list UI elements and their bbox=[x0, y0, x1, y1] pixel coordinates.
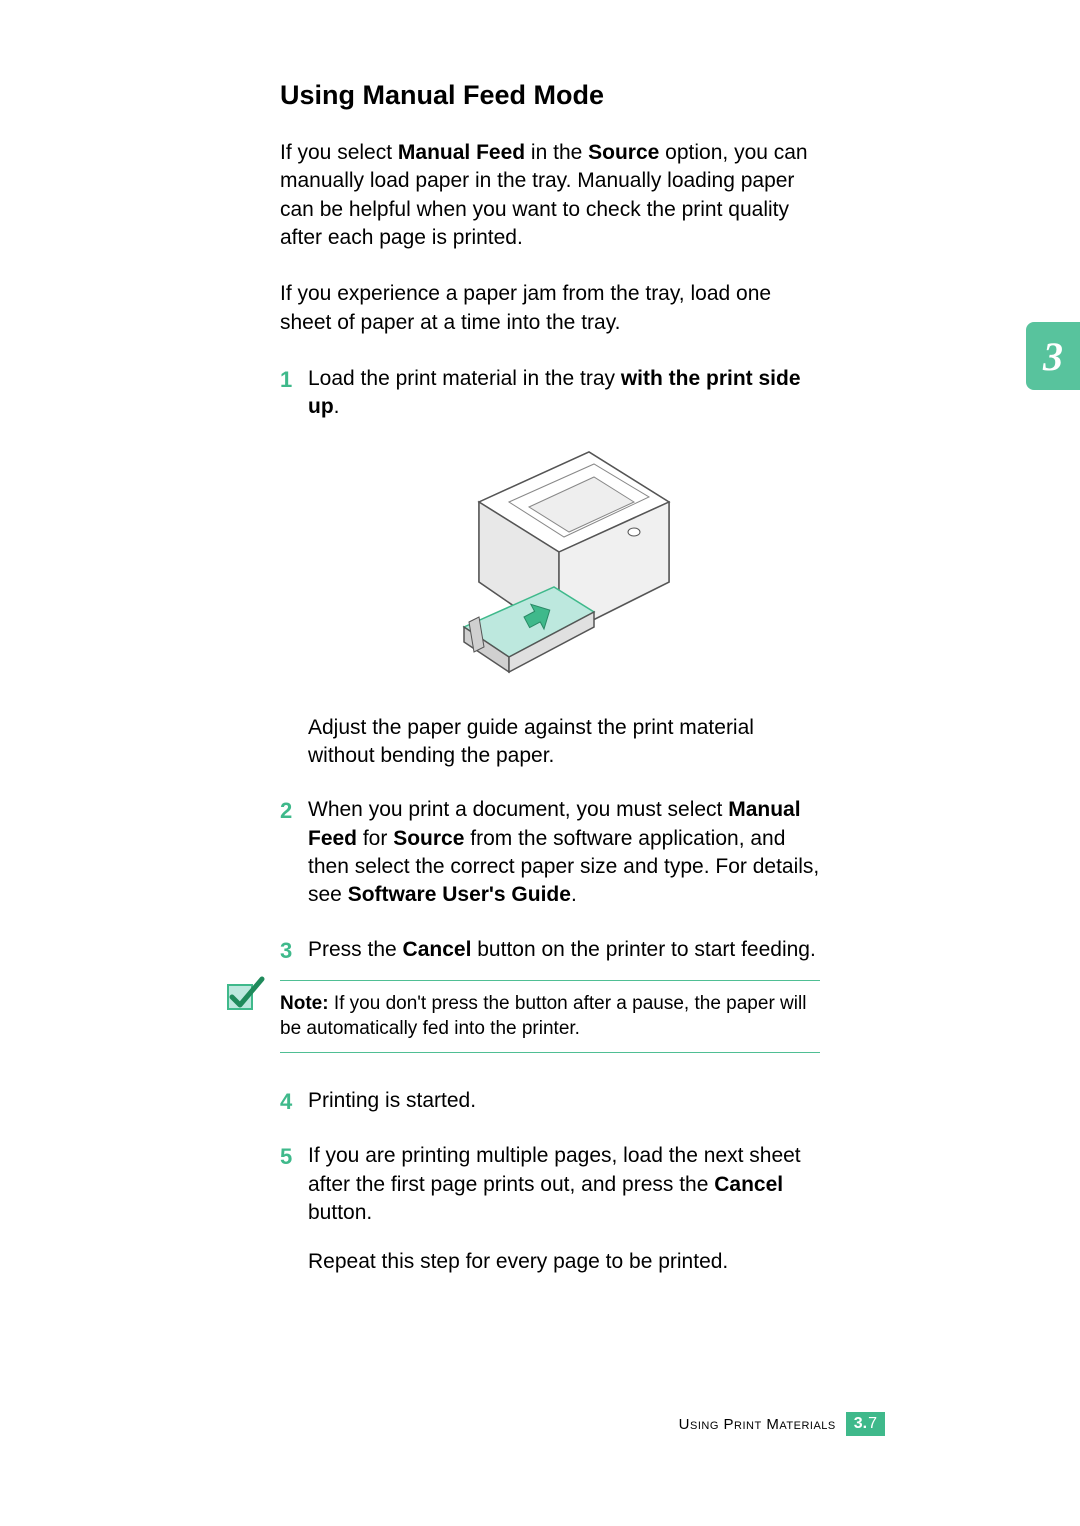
text: button on the printer to start feeding. bbox=[471, 938, 815, 961]
step-number: 1 bbox=[280, 365, 308, 422]
intro-paragraph-1: If you select Manual Feed in the Source … bbox=[280, 139, 820, 252]
note-label: Note: bbox=[280, 993, 329, 1014]
step-5-subtext: Repeat this step for every page to be pr… bbox=[308, 1248, 820, 1276]
section-heading: Using Manual Feed Mode bbox=[280, 80, 820, 111]
step-5: 5 If you are printing multiple pages, lo… bbox=[280, 1142, 820, 1227]
step-3: 3 Press the Cancel button on the printer… bbox=[280, 936, 820, 966]
chapter-number: 3 bbox=[1043, 333, 1063, 380]
bold-text: Source bbox=[393, 827, 464, 850]
text: If you select bbox=[280, 141, 398, 164]
manual-page: 3 Using Manual Feed Mode If you select M… bbox=[0, 0, 1080, 1526]
step-number: 2 bbox=[280, 796, 308, 909]
note-block: Note: If you don't press the button afte… bbox=[280, 980, 820, 1053]
step-1: 1 Load the print material in the tray wi… bbox=[280, 365, 820, 422]
content-column: Using Manual Feed Mode If you select Man… bbox=[280, 80, 820, 1302]
text: Load the print material in the tray bbox=[308, 367, 621, 390]
step-text: If you are printing multiple pages, load… bbox=[308, 1142, 820, 1227]
step-text: Press the Cancel button on the printer t… bbox=[308, 936, 820, 966]
intro-paragraph-2: If you experience a paper jam from the t… bbox=[280, 280, 820, 337]
printer-icon bbox=[439, 432, 689, 692]
text: button. bbox=[308, 1201, 372, 1224]
step-number: 5 bbox=[280, 1142, 308, 1227]
bold-text: Manual Feed bbox=[398, 141, 525, 164]
step-text: Load the print material in the tray with… bbox=[308, 365, 820, 422]
step-text: Printing is started. bbox=[308, 1087, 820, 1117]
step-1-subtext: Adjust the paper guide against the print… bbox=[308, 714, 820, 771]
step-number: 4 bbox=[280, 1087, 308, 1117]
bold-text: Software User's Guide bbox=[348, 883, 571, 906]
chapter-tab: 3 bbox=[1026, 322, 1080, 390]
printer-illustration bbox=[308, 432, 820, 692]
step-2: 2 When you print a document, you must se… bbox=[280, 796, 820, 909]
bold-text: Cancel bbox=[714, 1173, 783, 1196]
bold-text: Source bbox=[588, 141, 659, 164]
footer-page-badge: 3.7 bbox=[846, 1412, 885, 1436]
page-footer: Using Print Materials 3.7 bbox=[679, 1412, 885, 1436]
step-4: 4 Printing is started. bbox=[280, 1087, 820, 1117]
step-text: When you print a document, you must sele… bbox=[308, 796, 820, 909]
text: . bbox=[334, 395, 340, 418]
footer-section-label: Using Print Materials bbox=[679, 1416, 836, 1433]
text: Press the bbox=[308, 938, 403, 961]
text: . bbox=[571, 883, 577, 906]
text: If you don't press the button after a pa… bbox=[280, 993, 806, 1040]
note-text: Note: If you don't press the button afte… bbox=[280, 991, 820, 1042]
step-number: 3 bbox=[280, 936, 308, 966]
footer-page-number: 7 bbox=[868, 1415, 877, 1433]
footer-chapter: 3. bbox=[854, 1415, 867, 1433]
note-checkmark-icon bbox=[222, 971, 268, 1022]
text: When you print a document, you must sele… bbox=[308, 798, 728, 821]
text: for bbox=[357, 827, 393, 850]
bold-text: Cancel bbox=[403, 938, 472, 961]
text: in the bbox=[525, 141, 588, 164]
